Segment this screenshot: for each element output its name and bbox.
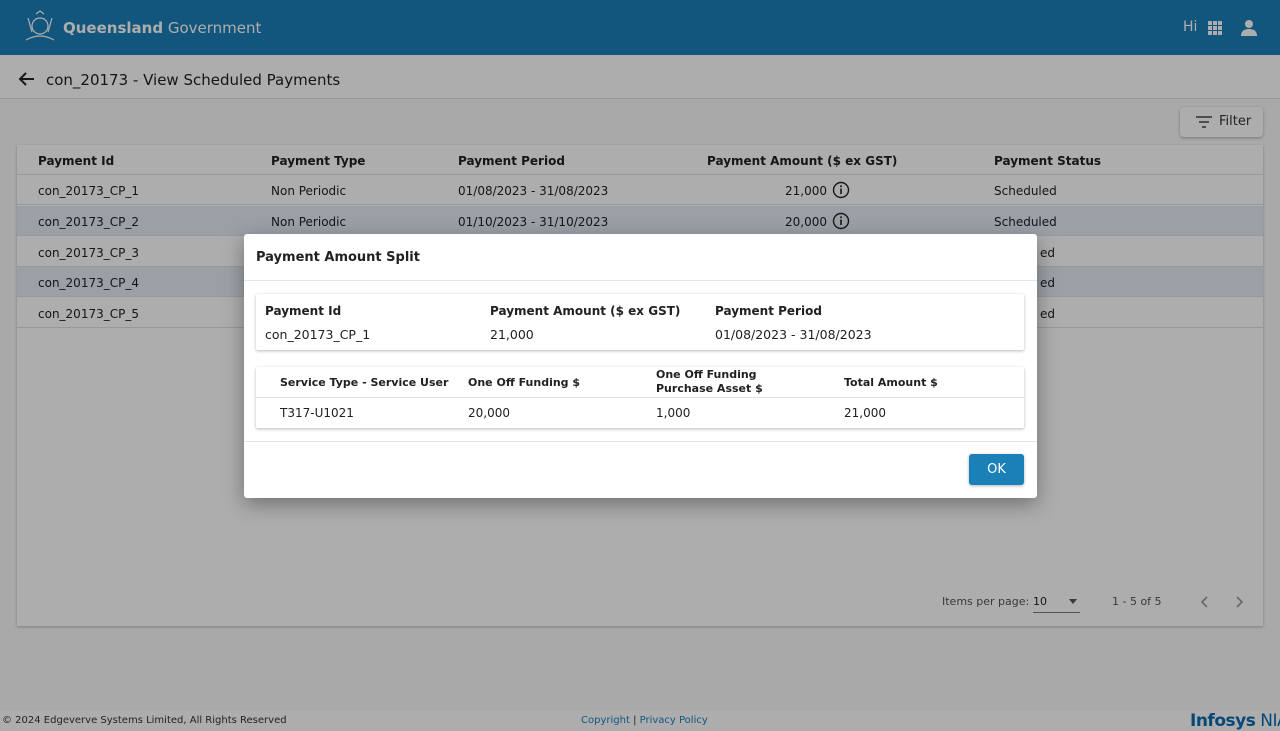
payment-summary-card: Payment Id Payment Amount ($ ex GST) Pay… bbox=[256, 294, 1024, 350]
summary-header-payment-amount: Payment Amount ($ ex GST) bbox=[490, 304, 681, 318]
summary-header-payment-id: Payment Id bbox=[265, 304, 342, 318]
purchase-asset-cell: 1,000 bbox=[656, 406, 691, 420]
split-table: Service Type - Service User One Off Fund… bbox=[256, 367, 1024, 428]
service-type-cell: T317-U1021 bbox=[280, 406, 354, 420]
summary-header-payment-period: Payment Period bbox=[715, 304, 822, 318]
summary-payment-period: 01/08/2023 - 31/08/2023 bbox=[715, 327, 872, 342]
summary-payment-amount: 21,000 bbox=[490, 327, 534, 342]
column-header: One Off Funding $ bbox=[468, 376, 581, 389]
dialog-title: Payment Amount Split bbox=[256, 250, 420, 265]
column-header: Total Amount $ bbox=[844, 376, 938, 389]
payment-amount-split-dialog: Payment Amount Split Payment Id Payment … bbox=[244, 234, 1037, 498]
column-header: One Off Funding Purchase Asset $ bbox=[656, 368, 763, 395]
total-amount-cell: 21,000 bbox=[844, 406, 886, 420]
split-table-header: Service Type - Service User One Off Fund… bbox=[256, 367, 1024, 398]
summary-payment-id: con_20173_CP_1 bbox=[265, 327, 371, 342]
one-off-funding-cell: 20,000 bbox=[468, 406, 510, 420]
ok-button[interactable]: OK bbox=[969, 454, 1024, 485]
divider bbox=[244, 441, 1037, 442]
divider bbox=[244, 280, 1037, 281]
column-header: Service Type - Service User bbox=[280, 376, 449, 389]
